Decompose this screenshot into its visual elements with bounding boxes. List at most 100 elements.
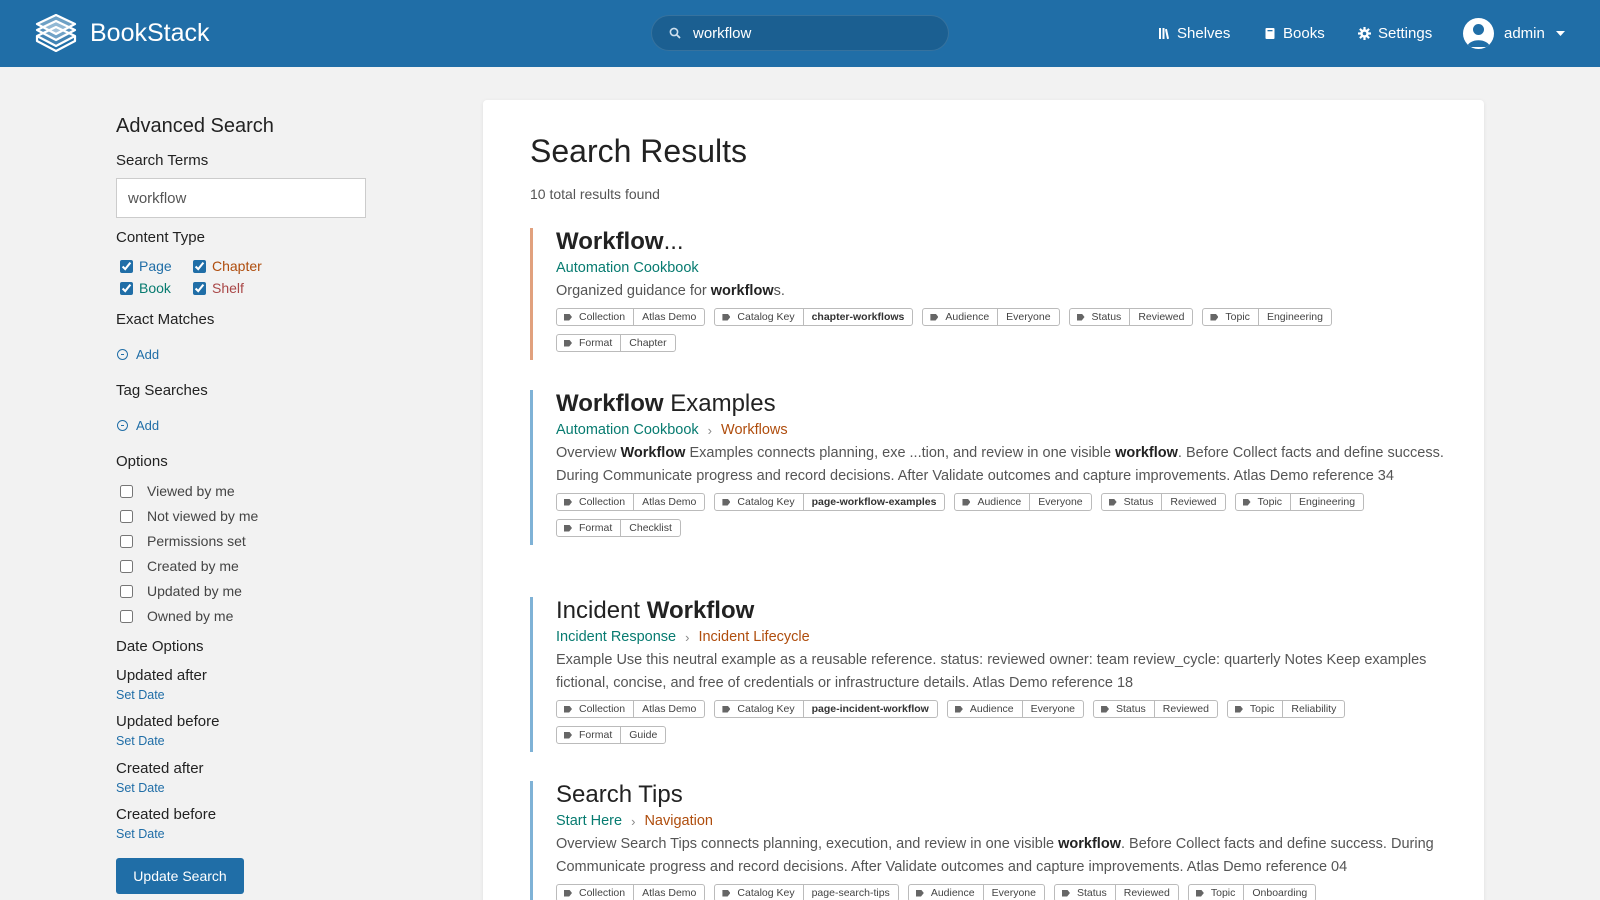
option-checkbox[interactable] xyxy=(120,484,133,498)
tag-pill[interactable]: Catalog Key page-search-tips xyxy=(714,884,899,900)
excerpt-highlight: Workflow xyxy=(620,445,686,461)
page-checkbox[interactable] xyxy=(120,259,133,273)
tag-value: Everyone xyxy=(997,309,1058,325)
tag-pill[interactable]: Format Checklist xyxy=(556,519,681,537)
result-title[interactable]: Search Tips xyxy=(556,781,1450,809)
app-name: BookStack xyxy=(90,18,210,47)
option-created-by-me[interactable]: Created by me xyxy=(116,558,239,574)
tag-icon xyxy=(1242,498,1251,506)
result-excerpt: Example Use this neutral example as a re… xyxy=(556,649,1450,695)
result-title[interactable]: Incident Workflow xyxy=(556,597,1450,625)
breadcrumb-chapter[interactable]: Navigation xyxy=(644,813,713,829)
breadcrumb-book[interactable]: Automation Cookbook xyxy=(556,422,699,438)
tag-name-text: Topic xyxy=(1225,311,1250,323)
updated-after-set-date[interactable]: Set Date xyxy=(116,688,165,702)
add-tag-search-button[interactable]: Add xyxy=(117,418,159,433)
tag-pill[interactable]: Status Reviewed xyxy=(1093,700,1218,718)
tag-name: Status xyxy=(1055,885,1115,900)
result-title[interactable]: Workflow... xyxy=(556,228,1450,256)
created-after-set-date[interactable]: Set Date xyxy=(116,781,165,795)
tag-pill[interactable]: Audience Everyone xyxy=(907,884,1045,900)
option-checkbox[interactable] xyxy=(120,559,133,573)
tag-pill[interactable]: Format Chapter xyxy=(556,334,676,352)
tag-pill[interactable]: Collection Atlas Demo xyxy=(556,884,706,900)
tag-pill[interactable]: Audience Everyone xyxy=(922,308,1060,326)
search-result[interactable]: Workflow... Automation Cookbook Organized … xyxy=(530,228,1450,360)
search-result[interactable]: Search Tips Start Here › Navigation Overview… xyxy=(530,781,1450,900)
user-menu[interactable]: admin xyxy=(1463,18,1565,49)
result-title[interactable]: Workflow Examples xyxy=(556,390,1450,418)
nav-books[interactable]: Books xyxy=(1264,0,1325,67)
breadcrumb-chapter[interactable]: Workflows xyxy=(721,422,788,438)
tag-name-text: Audience xyxy=(930,887,975,899)
option-label: Updated by me xyxy=(147,583,242,599)
option-permissions-set[interactable]: Permissions set xyxy=(116,533,246,549)
option-updated-by-me[interactable]: Updated by me xyxy=(116,583,242,599)
tag-pill[interactable]: Collection Atlas Demo xyxy=(556,700,706,718)
tag-value: page-workflow-examples xyxy=(802,494,945,510)
breadcrumb-book[interactable]: Incident Response xyxy=(556,629,676,645)
tag-name-text: Catalog Key xyxy=(737,496,795,508)
tag-value: Guide xyxy=(620,727,665,743)
content-type-page[interactable]: Page xyxy=(120,258,172,274)
tag-value: Atlas Demo xyxy=(633,309,704,325)
tag-pill[interactable]: Collection Atlas Demo xyxy=(556,493,706,511)
shelf-checkbox[interactable] xyxy=(193,281,206,295)
tag-pill[interactable]: Collection Atlas Demo xyxy=(556,308,706,326)
content-type-book[interactable]: Book xyxy=(120,280,171,296)
search-result[interactable]: Incident Workflow Incident Response › Incid… xyxy=(530,597,1450,752)
tag-name-text: Audience xyxy=(969,703,1014,715)
book-checkbox[interactable] xyxy=(120,281,133,295)
tag-icon xyxy=(564,313,572,321)
content-type-book-label: Book xyxy=(139,280,171,296)
updated-before-set-date[interactable]: Set Date xyxy=(116,734,165,748)
option-label: Owned by me xyxy=(147,608,234,624)
search-terms-input[interactable] xyxy=(116,178,366,218)
tag-icon xyxy=(564,339,572,347)
tag-name: Format xyxy=(557,727,620,743)
breadcrumb: Incident Response › Incident Lifecycle xyxy=(556,629,1450,645)
tag-icon xyxy=(722,313,731,321)
global-search[interactable] xyxy=(651,15,949,51)
app-logo[interactable]: BookStack xyxy=(34,14,210,52)
tag-pill[interactable]: Audience Everyone xyxy=(946,700,1085,718)
search-result[interactable]: Workflow Examples Automation Cookbook › Wor… xyxy=(530,390,1450,545)
option-checkbox[interactable] xyxy=(120,584,133,598)
content-type-shelf[interactable]: Shelf xyxy=(193,280,244,296)
tag-pill[interactable]: Catalog Key page-incident-workflow xyxy=(714,700,938,718)
tag-pill[interactable]: Topic Onboarding xyxy=(1187,884,1317,900)
options-label: Options xyxy=(116,453,168,470)
option-owned-by-me[interactable]: Owned by me xyxy=(116,608,233,624)
option-checkbox[interactable] xyxy=(120,509,133,523)
global-search-input[interactable] xyxy=(693,24,923,42)
tag-value: Everyone xyxy=(1029,494,1090,510)
option-checkbox[interactable] xyxy=(120,534,133,548)
chapter-checkbox[interactable] xyxy=(193,259,206,273)
add-exact-match-button[interactable]: Add xyxy=(117,347,159,362)
tag-pill[interactable]: Status Reviewed xyxy=(1053,884,1179,900)
created-before-set-date[interactable]: Set Date xyxy=(116,827,165,841)
breadcrumb-chapter[interactable]: Incident Lifecycle xyxy=(698,629,809,645)
result-title-highlight: Workflow xyxy=(646,597,755,624)
breadcrumb-book[interactable]: Start Here xyxy=(556,813,622,829)
page-title: Search Results xyxy=(530,133,747,169)
tag-pill[interactable]: Topic Engineering xyxy=(1202,308,1332,326)
update-search-button[interactable]: Update Search xyxy=(116,858,244,894)
tag-pill[interactable]: Catalog Key chapter-workflows xyxy=(714,308,914,326)
option-not-viewed-by-me[interactable]: Not viewed by me xyxy=(116,508,258,524)
nav-settings[interactable]: Settings xyxy=(1358,0,1432,67)
tag-pill[interactable]: Status Reviewed xyxy=(1068,308,1194,326)
tag-pill[interactable]: Status Reviewed xyxy=(1100,493,1226,511)
content-type-chapter[interactable]: Chapter xyxy=(193,258,262,274)
tag-pill[interactable]: Audience Everyone xyxy=(954,493,1092,511)
tag-pill[interactable]: Format Guide xyxy=(556,726,667,744)
excerpt-text: Overview Search Tips connects planning, … xyxy=(556,836,1059,852)
tag-pill[interactable]: Topic Engineering xyxy=(1234,493,1365,511)
tag-pill[interactable]: Topic Reliability xyxy=(1226,700,1346,718)
option-viewed-by-me[interactable]: Viewed by me xyxy=(116,483,235,499)
breadcrumb-book[interactable]: Automation Cookbook xyxy=(556,260,699,276)
tag-pill[interactable]: Catalog Key page-workflow-examples xyxy=(714,493,946,511)
tag-icon xyxy=(722,889,731,897)
nav-shelves[interactable]: Shelves xyxy=(1158,0,1230,67)
option-checkbox[interactable] xyxy=(120,609,133,623)
